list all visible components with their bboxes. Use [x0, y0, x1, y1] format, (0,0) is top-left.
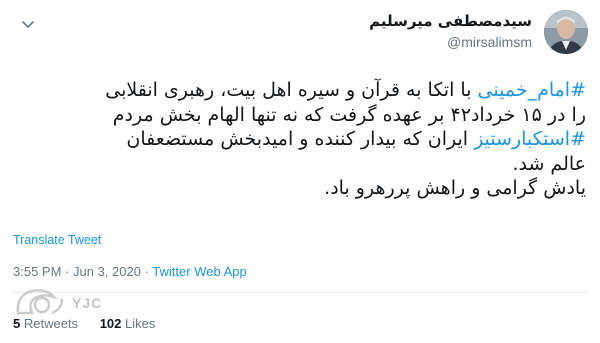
- tweet-card: سیدمصطفی میرسلیم @mirsalimsm #امام_خمینی…: [0, 0, 600, 343]
- yjc-watermark: YJC: [12, 283, 132, 323]
- tweet-text-segment: با اتکا به قرآن و سیره اهل بیت، رهبری ان…: [105, 79, 478, 101]
- chevron-down-icon[interactable]: [18, 14, 38, 34]
- author-handle[interactable]: @mirsalimsm: [447, 34, 532, 50]
- hashtag-link[interactable]: #امام_خمینی: [478, 79, 586, 101]
- tweet-date[interactable]: Jun 3, 2020: [73, 264, 141, 279]
- tweet-meta: 3:55 PM · Jun 3, 2020 · Twitter Web App: [13, 264, 247, 279]
- author-display-name[interactable]: سیدمصطفی میرسلیم: [369, 12, 532, 30]
- translate-tweet-link[interactable]: Translate Tweet: [13, 233, 101, 247]
- tweet-text-segment: را در ۱۵ خرداد۴۲ بر عهده گرفت که نه تنها…: [112, 103, 586, 126]
- hashtag-link[interactable]: #استکبارستیز: [474, 128, 586, 150]
- tweet-line: #امام_خمینی با اتکا به قرآن و سیره اهل ب…: [14, 78, 586, 103]
- tweet-line: #استکبارستیز ایران که بیدار کننده و امید…: [14, 127, 586, 152]
- yjc-logo-icon: [16, 289, 64, 315]
- tweet-line: را در ۱۵ خرداد۴۲ بر عهده گرفت که نه تنها…: [14, 103, 586, 128]
- tweet-source[interactable]: Twitter Web App: [152, 264, 246, 279]
- tweet-text-segment: ایران که بیدار کننده و امیدبخش مستضعفان: [126, 128, 475, 150]
- tweet-line: عالم شد.: [14, 152, 586, 177]
- avatar[interactable]: [544, 10, 588, 54]
- tweet-time[interactable]: 3:55 PM: [13, 264, 61, 279]
- tweet-text-segment: عالم شد.: [512, 152, 586, 175]
- watermark-text: YJC: [72, 295, 103, 311]
- tweet-text-segment: یادش گرامی و راهش پررهرو باد.: [324, 177, 586, 199]
- tweet-text: #امام_خمینی با اتکا به قرآن و سیره اهل ب…: [14, 78, 586, 201]
- meta-separator: ·: [65, 264, 73, 279]
- tweet-line: یادش گرامی و راهش پررهرو باد.: [14, 176, 586, 201]
